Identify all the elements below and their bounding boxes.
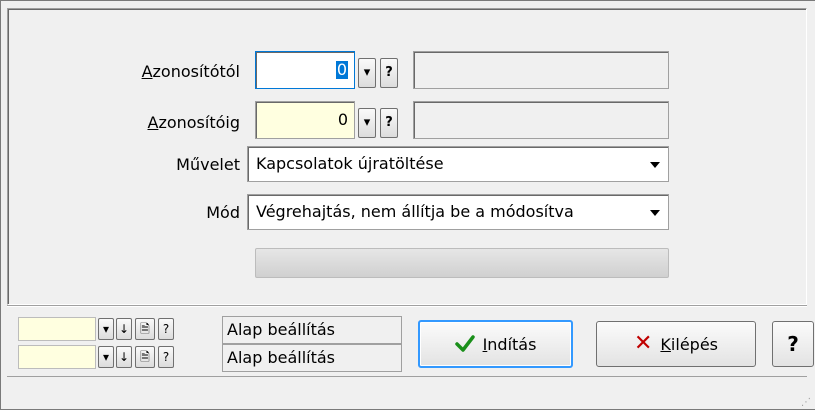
id-from-input[interactable]: 0 (255, 51, 355, 89)
settings-label-2: Alap beállítás (222, 344, 402, 372)
settings-document-button-2[interactable]: 🗎 (135, 346, 155, 368)
exit-button-label: Kilépés (660, 334, 718, 354)
id-to-dropdown-button[interactable]: ▾ (358, 108, 376, 138)
document-icon: 🗎 (140, 350, 150, 364)
start-button[interactable]: Indítás (418, 320, 573, 368)
mode-label: Mód (206, 203, 240, 222)
id-from-dropdown-button[interactable]: ▾ (358, 58, 376, 88)
settings-field-1[interactable] (18, 317, 96, 341)
settings-down-arrow-button-2[interactable]: ↓ (116, 346, 132, 368)
chevron-down-icon (650, 210, 660, 216)
mode-select[interactable]: Végrehajtás, nem állítja be a módosítva (247, 194, 669, 230)
mode-value: Végrehajtás, nem állítja be a módosítva (256, 202, 574, 221)
operation-value: Kapcsolatok újratöltése (256, 154, 444, 173)
exit-button[interactable]: ✕ Kilépés (596, 321, 756, 367)
id-to-label: Azonosítóig (147, 113, 240, 132)
checkmark-icon (454, 335, 475, 352)
settings-label-1: Alap beállítás (222, 316, 402, 344)
progress-bar (255, 248, 669, 278)
settings-help-button-2[interactable]: ? (158, 346, 174, 368)
status-bar (7, 376, 807, 410)
close-icon: ✕ (633, 331, 653, 356)
help-button[interactable]: ? (772, 321, 814, 367)
settings-field-2[interactable] (18, 345, 96, 369)
id-to-value: 0 (337, 110, 348, 129)
operation-label: Művelet (176, 155, 240, 174)
bottom-divider (7, 305, 807, 307)
start-button-label: Indítás (482, 334, 537, 354)
id-from-label: Azonosítótól (141, 62, 240, 81)
id-from-value: 0 (335, 60, 348, 79)
chevron-down-icon (650, 162, 660, 168)
settings-dropdown-button-2[interactable]: ▾ (98, 346, 114, 368)
id-from-help-button[interactable]: ? (380, 58, 398, 88)
id-to-description-field (413, 101, 669, 139)
id-to-help-button[interactable]: ? (380, 108, 398, 138)
document-icon: 🗎 (140, 322, 150, 336)
operation-select[interactable]: Kapcsolatok újratöltése (247, 146, 669, 182)
settings-document-button-1[interactable]: 🗎 (135, 318, 155, 340)
settings-dropdown-button-1[interactable]: ▾ (98, 318, 114, 340)
resize-grip-icon[interactable]: ⋰ (801, 397, 811, 408)
id-from-description-field (413, 51, 669, 89)
settings-down-arrow-button-1[interactable]: ↓ (116, 318, 132, 340)
id-to-input[interactable]: 0 (255, 101, 355, 139)
settings-help-button-1[interactable]: ? (158, 318, 174, 340)
